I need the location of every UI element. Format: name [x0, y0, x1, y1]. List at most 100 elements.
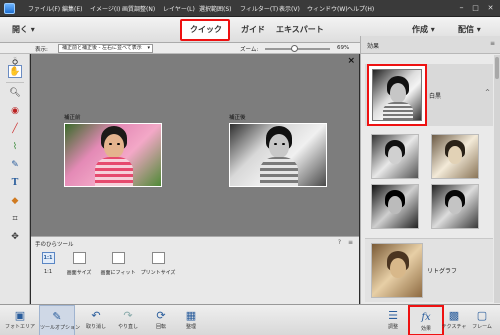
- after-photo[interactable]: [229, 123, 327, 187]
- effects-title: 効果: [367, 43, 380, 50]
- view-mode-select[interactable]: 補正前と補正後 - 左右に並べて表示 ▾: [58, 44, 153, 53]
- open-button[interactable]: 開く ▾: [12, 24, 35, 35]
- face-shape: [269, 134, 289, 158]
- effect-bw-highlight[interactable]: [367, 64, 427, 126]
- effects-panel: 効果 ≡ 白黒 ^ リトグラフ: [360, 36, 500, 304]
- fill-screen-button[interactable]: 画面にフィット: [99, 250, 137, 284]
- fill-screen-label: 画面にフィット: [100, 270, 136, 276]
- hand-tool-icon[interactable]: ✋: [8, 65, 22, 78]
- menu-window[interactable]: ウィンドウ(W): [307, 4, 348, 13]
- undo-icon: ↶: [91, 309, 101, 322]
- view-mode-value: 補正前と補正後 - 左右に並べて表示: [62, 45, 142, 51]
- actual-pixels-button[interactable]: 1:1 1:1: [37, 250, 59, 284]
- create-button[interactable]: 作成 ▾: [412, 24, 435, 35]
- photo-bin-button[interactable]: ▣ フォトエリア: [2, 305, 38, 335]
- eye-shape: [117, 143, 120, 145]
- photo-bin-icon: ▣: [14, 309, 26, 322]
- effect-sepia-thumb[interactable]: [371, 243, 423, 298]
- undo-button[interactable]: ↶ 取り消し: [78, 305, 114, 335]
- panel-menu-icon[interactable]: ≡: [348, 239, 353, 246]
- view-options-bar: 表示: 補正前と補正後 - 左右に並べて表示 ▾ ズーム: 69%: [0, 43, 360, 54]
- close-icon[interactable]: ×: [347, 56, 355, 66]
- organize-button[interactable]: ▦ 整理: [173, 305, 209, 335]
- tab-guided[interactable]: ガイド: [241, 24, 265, 35]
- menu-view[interactable]: 表示(V): [279, 4, 300, 13]
- zoom-label: ズーム:: [240, 47, 259, 53]
- chevron-down-icon: ▾: [476, 25, 481, 34]
- before-photo[interactable]: [64, 123, 162, 187]
- effect-variant-1[interactable]: [371, 134, 419, 179]
- effects-header: 効果 ≡: [361, 36, 500, 54]
- face-shape: [104, 134, 124, 158]
- effects-icon: fx: [421, 312, 431, 323]
- zoom-slider[interactable]: [265, 45, 330, 52]
- tool-options-button[interactable]: ✎ ツールオプション: [39, 305, 80, 335]
- rotate-icon: ⟳: [156, 309, 166, 322]
- panel-menu-icon[interactable]: ≡: [490, 40, 495, 47]
- minimize-icon[interactable]: –: [456, 3, 467, 13]
- menu-layer[interactable]: レイヤー(L): [163, 4, 195, 13]
- frame-button[interactable]: ▢ フレーム: [464, 305, 500, 335]
- chevron-up-icon[interactable]: ^: [485, 89, 490, 96]
- effect-variant-3[interactable]: [371, 184, 419, 229]
- fit-screen-icon: [72, 252, 86, 264]
- type-tool-icon[interactable]: T: [8, 176, 22, 189]
- menu-filter[interactable]: フィルター(T): [240, 4, 278, 13]
- after-label: 補正後: [229, 115, 246, 121]
- whiten-teeth-icon[interactable]: ╱: [8, 122, 22, 135]
- share-button[interactable]: 配信 ▾: [458, 24, 481, 35]
- help-icon[interactable]: ?: [338, 239, 341, 246]
- chevron-down-icon: ▾: [147, 45, 150, 51]
- undo-label: 取り消し: [85, 324, 106, 330]
- maximize-icon[interactable]: □: [470, 3, 481, 13]
- editor-window: ファイル(F) 編集(E) イメージ(I) 画質調整(N) レイヤー(L) 選択…: [0, 0, 500, 335]
- menu-edit[interactable]: 編集(E): [62, 4, 82, 13]
- effect-variant-4[interactable]: [431, 184, 479, 229]
- print-size-label: プリントサイズ: [140, 270, 176, 276]
- scrollbar-thumb[interactable]: [495, 57, 499, 79]
- fill-screen-icon: [111, 252, 125, 264]
- adjustments-label: 調整: [387, 324, 398, 330]
- tab-expert[interactable]: エキスパート: [276, 24, 324, 35]
- toolbox: ‹‹ ⚲ ✋ 🔍︎ ◉ ╱ ⌇ ✎ T ◆ ⌗ ✥: [0, 54, 30, 304]
- canvas-area: × 補正前 補正後: [31, 54, 359, 236]
- quick-selection-icon[interactable]: ⌇: [8, 140, 22, 153]
- redo-button[interactable]: ↷ やり直し: [110, 305, 146, 335]
- photo-bin-label: フォトエリア: [4, 324, 35, 330]
- red-eye-icon[interactable]: ◉: [8, 104, 22, 117]
- menu-select[interactable]: 選択範囲(S): [199, 4, 232, 13]
- menu-file[interactable]: ファイル(F): [28, 4, 60, 13]
- move-tool-icon[interactable]: ✥: [8, 230, 22, 243]
- spot-healing-icon[interactable]: ✎: [8, 158, 22, 171]
- create-label: 作成: [412, 25, 428, 34]
- share-label: 配信: [458, 25, 474, 34]
- fit-screen-button[interactable]: 画面サイズ: [63, 250, 95, 284]
- effects-scrollbar[interactable]: [494, 55, 500, 303]
- face-shape: [390, 258, 406, 278]
- zoom-slider-handle[interactable]: [291, 45, 298, 52]
- frame-label: フレーム: [472, 324, 492, 330]
- eye-shape: [274, 143, 277, 145]
- tool-options-panel: 手のひらツール ? ≡ 1:1 1:1 画面サイズ 画面にフィット プリントサイ…: [31, 236, 359, 304]
- effect-variant-2[interactable]: [431, 134, 479, 179]
- eye-shape: [109, 143, 112, 145]
- print-size-icon: [151, 252, 165, 264]
- face-shape: [388, 146, 402, 164]
- effect-bw-label: 白黒: [429, 93, 442, 100]
- redo-icon: ↷: [123, 309, 133, 322]
- shirt-shape: [260, 157, 298, 186]
- menu-image[interactable]: イメージ(I): [90, 4, 120, 13]
- menu-help[interactable]: ヘルプ(H): [347, 4, 374, 13]
- close-window-icon[interactable]: ✕: [485, 3, 496, 13]
- crop-tool-icon[interactable]: ⌗: [8, 212, 22, 225]
- magnifier-icon[interactable]: 🔍︎: [8, 86, 22, 99]
- menu-enhance[interactable]: 画質調整(N): [122, 4, 155, 13]
- redo-label: やり直し: [117, 324, 138, 330]
- tab-quick[interactable]: クイック: [190, 24, 222, 35]
- view-label: 表示:: [35, 47, 48, 53]
- eraser-icon[interactable]: ◆: [8, 194, 22, 207]
- app-logo-icon: [4, 3, 15, 14]
- zoom-value: 69%: [337, 45, 350, 51]
- adjustments-button[interactable]: ☰ 調整: [375, 305, 411, 335]
- print-size-button[interactable]: プリントサイズ: [139, 250, 177, 284]
